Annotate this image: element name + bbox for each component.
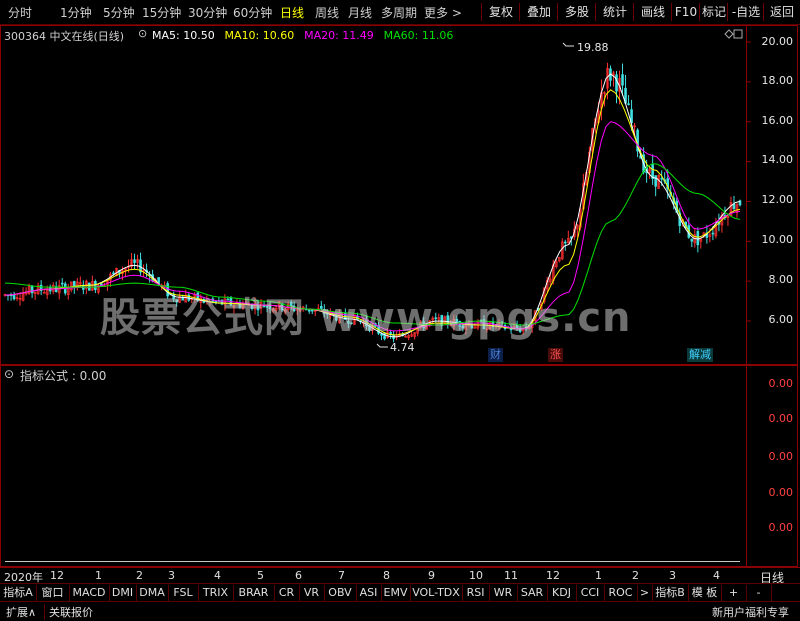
candle-body [711,232,715,235]
indicator-tick-label: 0.00 [768,377,794,390]
indicator-tab[interactable]: FSL [168,585,199,601]
candle-body [696,231,700,246]
time-label: 12 [50,569,64,582]
time-axis: 2020年 12 1 2 3 4 5 6 7 8 9 10 11 12 1 2 … [0,567,800,585]
candle-body [112,272,115,275]
indicator-tab[interactable]: ASI [356,585,382,601]
status-bar: 扩展∧ 关联报价 新用户福利专享 [0,601,800,621]
time-label: 4 [214,569,221,582]
time-label: 12 [546,569,560,582]
indicator-tab[interactable]: WR [489,585,518,601]
candle-body [621,74,624,86]
watermark: 股票公式网 www.gpgs.cn [100,295,632,341]
candle-body [690,238,694,242]
price-tick-label: 14.00 [761,153,794,166]
indicator-tab[interactable]: SAR [517,585,548,601]
indicator-tab[interactable]: DMA [136,585,169,601]
candle-body [12,294,16,300]
price-tick-label: 8.00 [768,273,794,286]
sub-panel-frame [0,365,798,567]
indicator-tick-label: 0.00 [768,412,794,425]
candle-body [94,281,97,291]
price-tick-label: 12.00 [761,193,794,206]
price-tick-label: 6.00 [768,313,794,326]
candle-body [133,259,136,263]
time-label: 3 [168,569,175,582]
indicator-tab-bar: 指标A 窗口 MACD DMI DMA FSL TRIX BRAR CR VR OBV ASI EMV V… [0,583,800,602]
time-label: 2 [136,569,143,582]
indicator-tick-label: 0.00 [768,521,794,534]
indicator-tab[interactable]: MACD [69,585,110,601]
indicator-tab[interactable]: DMI [109,585,137,601]
settings-box-icon[interactable] [733,29,743,39]
stock-title: 300364 中文在线(日线) [4,30,125,43]
high-price-label: 19.88 [577,41,609,54]
candle-body [615,74,618,92]
candle-body [60,282,64,285]
time-label: 5 [257,569,264,582]
indicator-tab[interactable]: OBV [324,585,357,601]
ma60-label: MA60: 11.06 [383,29,454,42]
related-quote-button[interactable]: 关联报价 [44,604,93,620]
indicator-tab[interactable]: ROC [604,585,638,601]
indicator-title: 指标公式 : 0.00 [20,369,107,383]
price-tick-label: 10.00 [761,233,794,246]
candle-body [563,241,567,244]
time-label: 1 [595,569,602,582]
indicator-tab[interactable]: > [637,585,653,601]
indicator-tab[interactable]: + [721,585,747,601]
ma-legend: MA5: 10.50 MA10: 10.60 MA20: 11.49 MA60:… [152,28,453,42]
time-label: 9 [428,569,435,582]
event-marker-unlock[interactable]: 解减 [687,348,713,362]
time-label: 10 [469,569,483,582]
time-label: 8 [383,569,390,582]
time-label: 1 [95,569,102,582]
candle-body [660,178,663,180]
time-label: 3 [669,569,676,582]
indicator-tab[interactable]: EMV [381,585,411,601]
high-marker-arrow [562,42,574,47]
expand-button[interactable]: 扩展∧ [6,604,36,620]
candle-body [654,175,657,187]
diamond-icon[interactable] [724,29,734,39]
indicator-tab[interactable]: 指标B [652,585,689,601]
indicator-tick-label: 0.00 [768,486,794,499]
indicator-tab[interactable]: VR [299,585,325,601]
time-label: 4 [713,569,720,582]
indicator-tab[interactable]: 指标A [0,585,37,601]
event-marker-finance[interactable]: 财 [488,348,503,362]
indicator-tab[interactable]: 模 板 [688,585,722,601]
indicator-tab[interactable]: CCI [576,585,605,601]
price-tick-label: 16.00 [761,114,794,127]
indicator-tab[interactable]: TRIX [198,585,234,601]
candle-body [30,285,34,294]
indicator-tab[interactable]: VOL-TDX [410,585,463,601]
candle-body [732,203,736,209]
price-tick-label: 18.00 [761,74,794,87]
indicator-tab[interactable]: CR [274,585,300,601]
candle-body [627,103,630,105]
indicator-tab[interactable]: KDJ [547,585,577,601]
price-tick-label: 20.00 [761,35,794,48]
ma5-label: MA5: 10.50 [152,29,215,42]
indicator-tick-label: 0.00 [768,450,794,463]
low-marker-arrow [376,343,388,348]
promo-link[interactable]: 新用户福利专享 [712,604,789,620]
time-label: 7 [338,569,345,582]
collapse-icon[interactable]: ⊙ [138,27,147,40]
collapse-icon[interactable]: ⊙ [4,367,14,381]
indicator-tab[interactable]: - [746,585,772,601]
time-label: 11 [504,569,518,582]
ma20-label: MA20: 11.49 [304,29,374,42]
ma10-label: MA10: 10.60 [224,29,295,42]
event-marker-rise[interactable]: 涨 [548,348,563,362]
time-label: 2 [632,569,639,582]
indicator-tab[interactable]: BRAR [233,585,275,601]
indicator-tab[interactable]: RSI [462,585,490,601]
time-label: 6 [295,569,302,582]
indicator-tab[interactable]: 窗口 [36,585,70,601]
